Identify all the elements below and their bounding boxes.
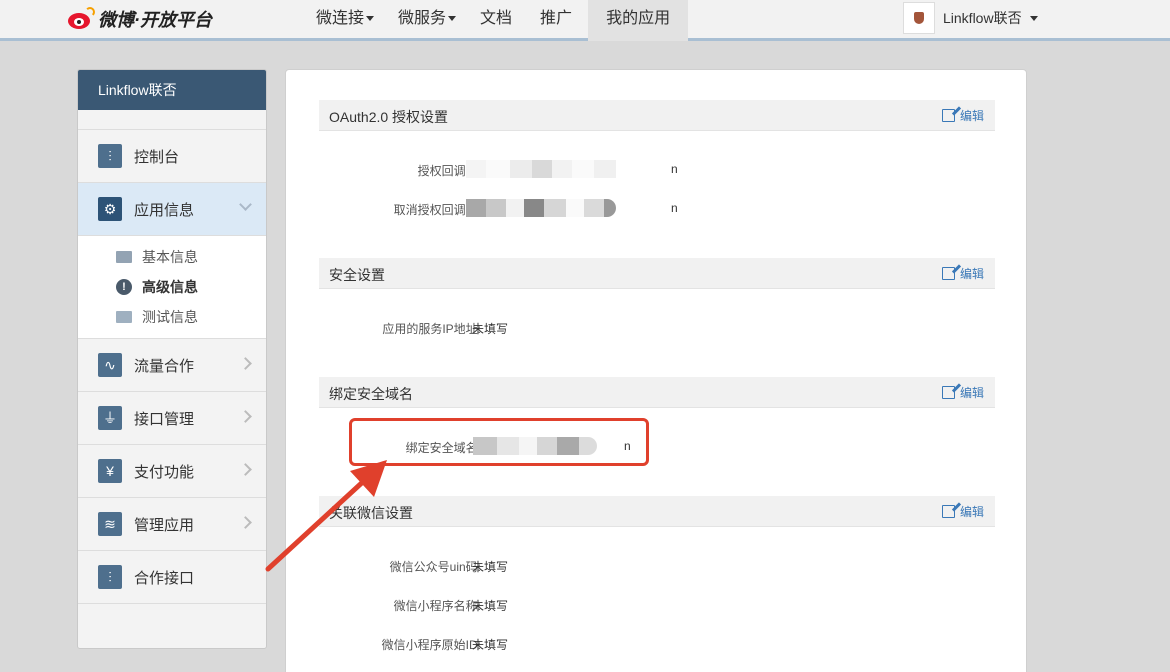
main-panel: OAuth2.0 授权设置 编辑 授权回调页: n 取消授权回调页: n 安全设… [285,69,1027,672]
shield-icon [914,12,924,24]
weibo-eye-icon [66,7,96,31]
sidebar-item-label: 控制台 [134,148,180,166]
edit-icon [941,386,955,399]
sidebar-subitem-label: 基本信息 [142,249,198,265]
card-icon [116,251,132,263]
sidebar-item-label: 接口管理 [134,410,195,428]
top-navigation-bar: 微博·开放平台 微连接 微服务 文档 推广 我的应用 Linkflow联否 [0,0,1170,41]
chevron-down-icon [239,198,252,211]
chevron-right-icon [239,516,252,529]
edit-button[interactable]: 编辑 [941,384,984,401]
chevron-down-icon [448,16,457,22]
chevron-right-icon [239,463,252,476]
field-value: 未填写 [472,638,509,652]
field-label: 应用的服务IP地址: [382,322,481,336]
section-header-security: 安全设置 编辑 [319,258,995,289]
field-value: 未填写 [472,322,509,336]
chevron-right-icon [239,357,252,370]
sliders-icon: ⫶ [98,565,122,589]
nav-item-my-apps[interactable]: 我的应用 [588,0,689,41]
nav-item-docs[interactable]: 文档 [468,0,524,41]
sidebar-subitem-label: 测试信息 [142,309,198,325]
section-header-oauth: OAuth2.0 授权设置 编辑 [319,100,995,131]
section-header-secure-domain: 绑定安全域名 编辑 [319,377,995,408]
annotation-arrow-icon [265,460,387,572]
annotation-highlight-box [349,418,649,466]
field-value: 未填写 [472,599,509,613]
nav-item-promotion[interactable]: 推广 [524,0,588,41]
edit-button[interactable]: 编辑 [941,265,984,282]
sidebar: Linkflow联否 ⫶ 控制台 ⚙ 应用信息 基本信息 ! 高级信息 测试信息… [77,69,267,649]
field-row-miniprogram-name: 微信小程序名称: 未填写 [319,595,995,615]
alert-icon: ! [116,279,132,295]
sidebar-item-label: 支付功能 [134,463,195,481]
field-row-miniprogram-id: 微信小程序原始ID: 未填写 [319,634,995,654]
sidebar-item-partner-api[interactable]: ⫶ 合作接口 [78,551,266,604]
field-value: 未填写 [472,560,509,574]
edit-icon [941,267,955,280]
section-title: 绑定安全域名 [329,386,413,402]
sidebar-subitem-advanced-info[interactable]: ! 高级信息 [78,272,266,302]
nav-item-micro-service[interactable]: 微服务 [386,0,468,41]
sidebar-item-label: 应用信息 [134,201,195,219]
logo-text: 微博·开放平台 [98,10,212,30]
sidebar-item-app-info[interactable]: ⚙ 应用信息 [78,183,266,236]
field-label: 微信小程序名称: [393,599,481,613]
field-value-tail: n [671,201,678,215]
edit-button[interactable]: 编辑 [941,107,984,124]
field-row-cancel-callback-url: 取消授权回调页: n [319,199,995,219]
field-value-tail: n [671,162,678,176]
id-card-icon [116,311,132,323]
field-row-callback-url: 授权回调页: n [319,160,995,180]
layers-icon: ≋ [98,512,122,536]
sidebar-item-label: 合作接口 [134,569,195,587]
field-row-wechat-uin: 微信公众号uin码: 未填写 [319,556,995,576]
plug-icon: ⏚ [98,406,122,430]
sidebar-item-api-management[interactable]: ⏚ 接口管理 [78,392,266,445]
field-label: 微信小程序原始ID: [381,638,481,652]
section-title: 安全设置 [329,267,385,283]
sidebar-title: Linkflow联否 [78,70,266,110]
chevron-down-icon [1029,15,1038,21]
nav-item-micro-connect[interactable]: 微连接 [304,0,386,41]
field-label: 微信公众号uin码: [389,560,481,574]
redacted-value [466,199,641,217]
sidebar-item-payment[interactable]: ¥ 支付功能 [78,445,266,498]
chevron-right-icon [239,410,252,423]
yen-icon: ¥ [98,459,122,483]
gear-icon: ⚙ [98,197,122,221]
redacted-value [466,160,641,178]
avatar [903,2,935,34]
section-title: OAuth2.0 授权设置 [329,109,449,125]
sidebar-submenu: 基本信息 ! 高级信息 测试信息 [78,236,266,339]
sidebar-item-traffic[interactable]: ∿ 流量合作 [78,339,266,392]
sidebar-item-label: 流量合作 [134,357,195,375]
user-name: Linkflow联否 [943,10,1022,26]
sidebar-item-manage-apps[interactable]: ≋ 管理应用 [78,498,266,551]
user-menu[interactable]: Linkflow联否 [903,2,1038,34]
field-row-server-ip: 应用的服务IP地址: 未填写 [319,318,995,338]
chevron-down-icon [366,16,375,22]
sidebar-subitem-basic-info[interactable]: 基本信息 [78,242,266,272]
sidebar-item-console[interactable]: ⫶ 控制台 [78,130,266,183]
sliders-icon: ⫶ [98,144,122,168]
sidebar-item-label: 管理应用 [134,516,195,534]
edit-button[interactable]: 编辑 [941,503,984,520]
weibo-logo[interactable]: 微博·开放平台 [66,6,212,32]
main-nav: 微连接 微服务 文档 推广 我的应用 [304,0,689,41]
sidebar-subitem-test-info[interactable]: 测试信息 [78,302,266,332]
sidebar-subitem-label: 高级信息 [142,279,198,295]
section-header-wechat: 关联微信设置 编辑 [319,496,995,527]
edit-icon [941,109,955,122]
edit-icon [941,505,955,518]
line-chart-icon: ∿ [98,353,122,377]
